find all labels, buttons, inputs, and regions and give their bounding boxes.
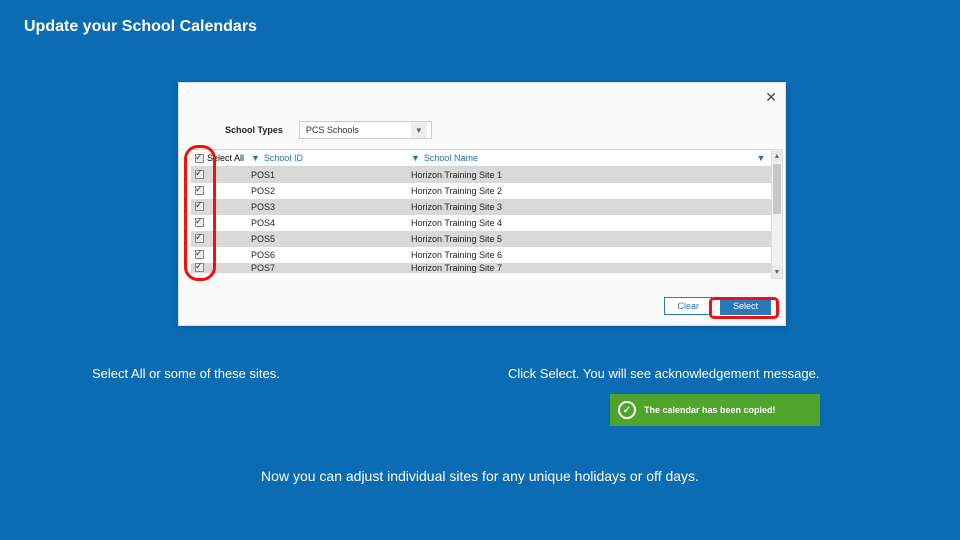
row-checkbox[interactable] — [195, 186, 204, 195]
table-row[interactable]: POS5 Horizon Training Site 5 — [191, 231, 773, 247]
cell-school-id: POS4 — [251, 218, 411, 228]
column-end-filter[interactable]: ▼ — [749, 153, 773, 163]
schools-table: Select All ▼ School ID ▼ School Name ▼ P… — [191, 149, 773, 273]
select-all-checkbox[interactable] — [195, 154, 204, 163]
toast-message: The calendar has been copied! — [644, 405, 776, 415]
clear-button[interactable]: Clear — [664, 297, 712, 315]
table-body: POS1 Horizon Training Site 1 POS2 Horizo… — [191, 167, 773, 273]
table-row[interactable]: POS4 Horizon Training Site 4 — [191, 215, 773, 231]
scroll-thumb[interactable] — [773, 164, 781, 214]
cell-school-name: Horizon Training Site 5 — [411, 234, 773, 244]
bottom-note: Now you can adjust individual sites for … — [0, 468, 960, 484]
cell-school-id: POS7 — [251, 263, 411, 273]
table-row[interactable]: POS6 Horizon Training Site 6 — [191, 247, 773, 263]
school-types-dropdown[interactable]: PCS Schools ▼ — [299, 121, 432, 139]
school-types-row: School Types PCS Schools ▼ — [225, 121, 432, 139]
row-checkbox[interactable] — [195, 234, 204, 243]
row-checkbox[interactable] — [195, 263, 204, 272]
dropdown-value: PCS Schools — [306, 125, 359, 135]
select-all-label: Select All — [207, 153, 244, 163]
slide-title: Update your School Calendars — [24, 18, 257, 36]
school-types-label: School Types — [225, 125, 283, 135]
table-row[interactable]: POS1 Horizon Training Site 1 — [191, 167, 773, 183]
cell-school-id: POS6 — [251, 250, 411, 260]
table-row[interactable]: POS2 Horizon Training Site 2 — [191, 183, 773, 199]
tip-click-select: Click Select. You will see acknowledgeme… — [508, 366, 819, 381]
table-header: Select All ▼ School ID ▼ School Name ▼ — [191, 149, 773, 167]
table-row[interactable]: POS3 Horizon Training Site 3 — [191, 199, 773, 215]
row-checkbox[interactable] — [195, 218, 204, 227]
dialog-buttons: Clear Select — [664, 297, 771, 315]
column-school-id-label: School ID — [264, 153, 303, 163]
cell-school-name: Horizon Training Site 2 — [411, 186, 773, 196]
row-checkbox[interactable] — [195, 170, 204, 179]
filter-icon[interactable]: ▼ — [757, 153, 766, 163]
scrollbar[interactable]: ▲ ▼ — [771, 149, 783, 279]
table-row[interactable]: POS7 Horizon Training Site 7 — [191, 263, 773, 273]
select-button[interactable]: Select — [720, 297, 771, 315]
filter-icon[interactable]: ▼ — [251, 153, 260, 163]
row-checkbox[interactable] — [195, 250, 204, 259]
cell-school-id: POS1 — [251, 170, 411, 180]
scroll-down-icon[interactable]: ▼ — [772, 266, 782, 278]
tip-select-all: Select All or some of these sites. — [92, 366, 280, 381]
chevron-down-icon: ▼ — [411, 122, 427, 138]
close-icon[interactable]: ✕ — [765, 89, 777, 106]
cell-school-name: Horizon Training Site 1 — [411, 170, 773, 180]
cell-school-name: Horizon Training Site 7 — [411, 263, 773, 273]
column-school-name[interactable]: ▼ School Name — [411, 153, 749, 163]
filter-icon[interactable]: ▼ — [411, 153, 420, 163]
cell-school-id: POS2 — [251, 186, 411, 196]
column-school-name-label: School Name — [424, 153, 478, 163]
cell-school-name: Horizon Training Site 4 — [411, 218, 773, 228]
check-circle-icon: ✓ — [618, 401, 636, 419]
column-school-id[interactable]: ▼ School ID — [251, 153, 411, 163]
column-select-all[interactable]: Select All — [191, 153, 251, 163]
cell-school-id: POS5 — [251, 234, 411, 244]
cell-school-id: POS3 — [251, 202, 411, 212]
cell-school-name: Horizon Training Site 3 — [411, 202, 773, 212]
scroll-up-icon[interactable]: ▲ — [772, 150, 782, 162]
dialog-panel: ✕ School Types PCS Schools ▼ Select All … — [178, 82, 786, 326]
toast-success: ✓ The calendar has been copied! — [610, 394, 820, 426]
row-checkbox[interactable] — [195, 202, 204, 211]
cell-school-name: Horizon Training Site 6 — [411, 250, 773, 260]
